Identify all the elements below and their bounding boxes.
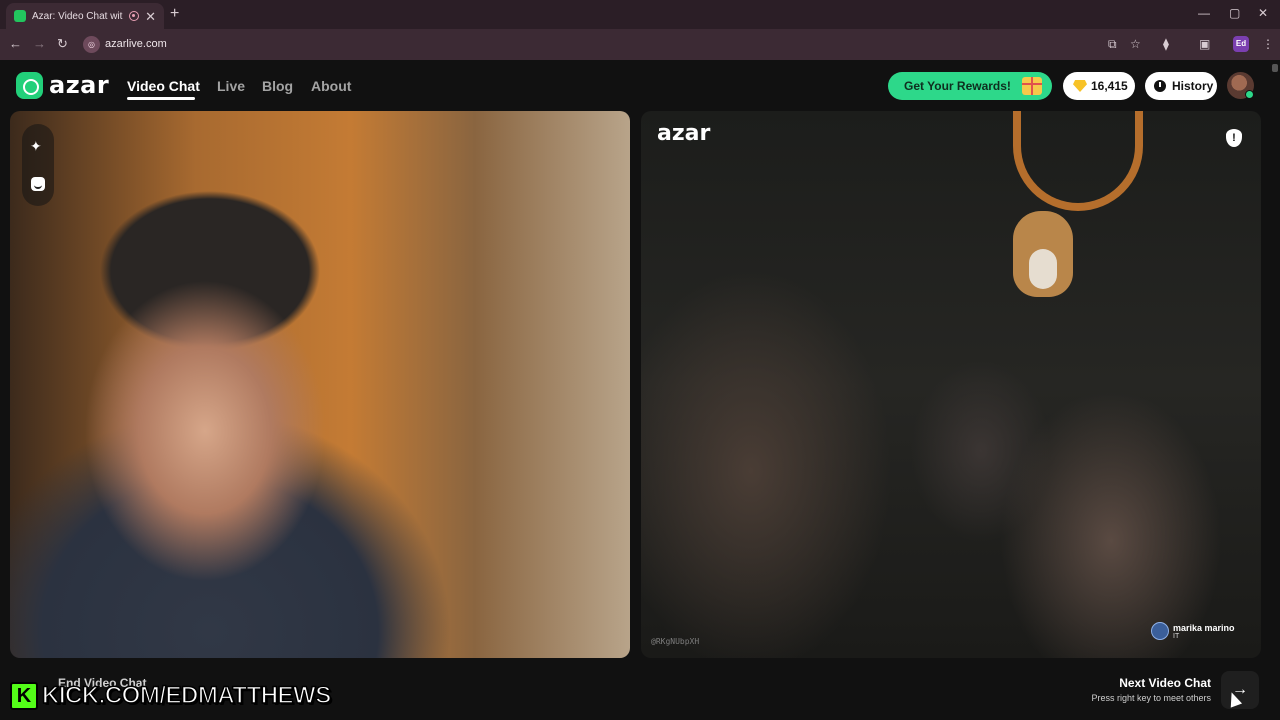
nav-video-chat[interactable]: Video Chat <box>127 78 200 94</box>
recording-icon <box>129 11 140 21</box>
nav-about[interactable]: About <box>311 78 351 94</box>
history-label: History <box>1172 79 1214 93</box>
video-effects-toolbar: ✦ <box>22 124 54 206</box>
close-window-button[interactable]: ✕ <box>1258 6 1268 20</box>
browser-tab-bar: Azar: Video Chat with New ✕ + — ▢ ✕ <box>0 0 1280 29</box>
bookmark-star-icon[interactable]: ☆ <box>1130 37 1141 51</box>
minimize-button[interactable]: — <box>1198 6 1210 20</box>
back-button[interactable]: ← <box>9 37 22 51</box>
tab-title: Azar: Video Chat with New <box>32 10 123 22</box>
side-panel-icon[interactable]: ▣ <box>1199 37 1210 51</box>
kick-channel-text: KICK.COM/EDMATTHEWS <box>41 681 332 710</box>
peer-avatar <box>1151 622 1169 640</box>
session-id: @RKgNUbpXH <box>651 637 700 646</box>
extensions-icon[interactable]: ⧫ <box>1163 37 1169 51</box>
owl-ornament <box>1013 211 1073 297</box>
browser-profile-avatar[interactable]: Ed <box>1233 36 1249 52</box>
next-video-chat-hint: Press right key to meet others <box>1091 693 1211 703</box>
install-app-icon[interactable]: ⧉ <box>1108 37 1117 51</box>
gift-icon <box>1022 77 1042 95</box>
reload-button[interactable]: ↻ <box>57 37 68 51</box>
clock-icon <box>1154 80 1166 92</box>
rewards-label: Get Your Rewards! <box>904 79 1011 93</box>
azar-logo-icon[interactable] <box>16 72 43 99</box>
gems-count: 16,415 <box>1091 79 1128 93</box>
get-rewards-button[interactable]: Get Your Rewards! <box>888 72 1052 100</box>
browser-tab[interactable]: Azar: Video Chat with New ✕ <box>6 3 164 29</box>
report-shield-icon[interactable]: ! <box>1226 129 1242 147</box>
partner-video-feed: azar ! @RKgNUbpXH marika marino IT <box>641 111 1261 658</box>
peer-country: IT <box>1173 632 1180 640</box>
history-button[interactable]: History <box>1145 72 1217 100</box>
nav-live[interactable]: Live <box>217 78 245 94</box>
gems-balance-button[interactable]: 16,415 <box>1063 72 1135 100</box>
forward-button[interactable]: → <box>33 37 46 51</box>
hanging-cord <box>1013 111 1143 211</box>
gem-icon <box>1073 80 1087 92</box>
face-filter-icon[interactable] <box>31 177 45 191</box>
kick-logo-icon: K <box>10 681 38 710</box>
active-nav-underline <box>127 97 195 100</box>
tab-close-button[interactable]: ✕ <box>145 10 156 23</box>
site-header: azar Video Chat Live Blog About Get Your… <box>0 60 1280 110</box>
browser-menu-icon[interactable]: ⋮ <box>1262 37 1274 51</box>
next-video-chat-title: Next Video Chat <box>1119 676 1211 690</box>
azar-favicon-icon <box>14 10 26 22</box>
azar-watermark: azar <box>657 121 711 146</box>
url-text[interactable]: azarlive.com <box>105 38 167 50</box>
browser-address-bar: ← → ↻ ◎ azarlive.com ⧉ ☆ ⧫ ▣ Ed ⋮ <box>0 29 1280 60</box>
nav-blog[interactable]: Blog <box>262 78 293 94</box>
maximize-button[interactable]: ▢ <box>1229 6 1240 20</box>
site-info-icon[interactable]: ◎ <box>83 36 100 53</box>
peer-info-tag[interactable]: marika marino IT <box>1151 622 1235 640</box>
url-field[interactable]: ◎ azarlive.com <box>80 33 1260 56</box>
online-status-dot <box>1245 90 1254 99</box>
self-video-feed: ✦ <box>10 111 630 658</box>
peer-name: marika marino <box>1173 622 1235 633</box>
stream-overlay-banner: K KICK.COM/EDMATTHEWS <box>10 681 332 710</box>
page-scrollbar[interactable] <box>1272 64 1278 72</box>
new-tab-button[interactable]: + <box>170 5 179 23</box>
azar-logo-text[interactable]: azar <box>49 71 109 99</box>
sparkle-icon[interactable]: ✦ <box>30 138 42 154</box>
